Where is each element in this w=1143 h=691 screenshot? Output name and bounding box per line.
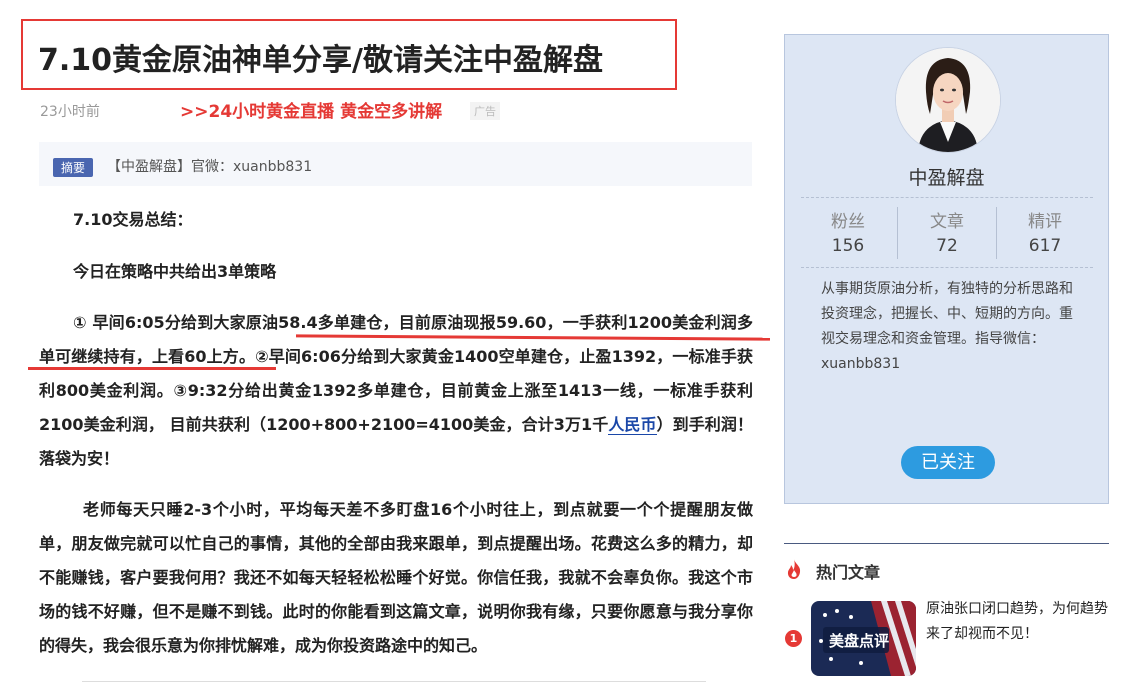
stat-fans-value: 156 xyxy=(831,236,865,256)
hot-article-title-link[interactable]: 原油张口闭口趋势，为何趋势来了却视而不见！ xyxy=(926,597,1110,647)
teacher-paragraph: 老师每天只睡2-3个小时，平均每天差不多盯盘16个小时往上，到点就要一个个提醒朋… xyxy=(39,500,753,655)
fire-icon xyxy=(787,559,801,579)
hot-section-divider xyxy=(784,543,1109,544)
publish-time: 23小时前 xyxy=(40,104,100,120)
stat-fans: 粉丝 156 xyxy=(799,207,897,256)
stat-articles: 文章 72 xyxy=(898,207,996,256)
thumb-text: 美盘点评 xyxy=(829,632,889,650)
content-divider xyxy=(82,681,706,682)
summary-tag: 摘要 xyxy=(53,158,94,177)
ad-badge: 广告 xyxy=(470,102,500,120)
hot-articles-title: 热门文章 xyxy=(816,563,881,582)
author-name[interactable]: 中盈解盘 xyxy=(785,163,1108,190)
stat-articles-label: 文章 xyxy=(930,212,964,232)
stat-reviews-value: 617 xyxy=(1028,236,1062,256)
summary-text: 【中盈解盘】官微：xuanbb831 xyxy=(107,159,313,175)
rmb-link[interactable]: 人民币 xyxy=(608,415,657,435)
stat-fans-label: 粉丝 xyxy=(831,212,865,232)
stat-reviews-label: 精评 xyxy=(1028,212,1062,232)
hot-article-thumbnail[interactable]: 美盘点评 xyxy=(811,601,916,676)
stat-articles-value: 72 xyxy=(936,236,958,256)
section-heading-summary: 7.10交易总结： xyxy=(73,210,193,229)
section-heading-strategy: 今日在策略中共给出3单策略 xyxy=(73,262,277,281)
summary-box: 摘要 【中盈解盘】官微：xuanbb831 xyxy=(39,142,752,186)
stat-reviews: 精评 617 xyxy=(996,207,1094,256)
underline-annotation-2 xyxy=(28,367,276,370)
author-profile-card: 中盈解盘 粉丝 156 文章 72 精评 617 从事期货原油分析，有独特的分析… xyxy=(784,34,1109,504)
author-avatar[interactable] xyxy=(895,47,1001,153)
promo-link[interactable]: >>24小时黄金直播 黄金空多讲解 xyxy=(180,97,442,122)
hot-article-rank: 1 xyxy=(785,630,802,647)
profile-divider-top xyxy=(801,197,1093,198)
results-paragraph: ① 早间6:05分给到大家原油58.4多单建仓，目前原油现报59.60，一手获利… xyxy=(39,306,753,476)
profile-divider-bottom xyxy=(801,267,1093,268)
follow-button[interactable]: 已关注 xyxy=(901,446,995,479)
author-bio: 从事期货原油分析，有独特的分析思路和投资理念，把握长、中、短期的方向。重视交易理… xyxy=(821,281,1073,372)
article-title: 7.10黄金原油神单分享/敬请关注中盈解盘 xyxy=(38,43,603,78)
